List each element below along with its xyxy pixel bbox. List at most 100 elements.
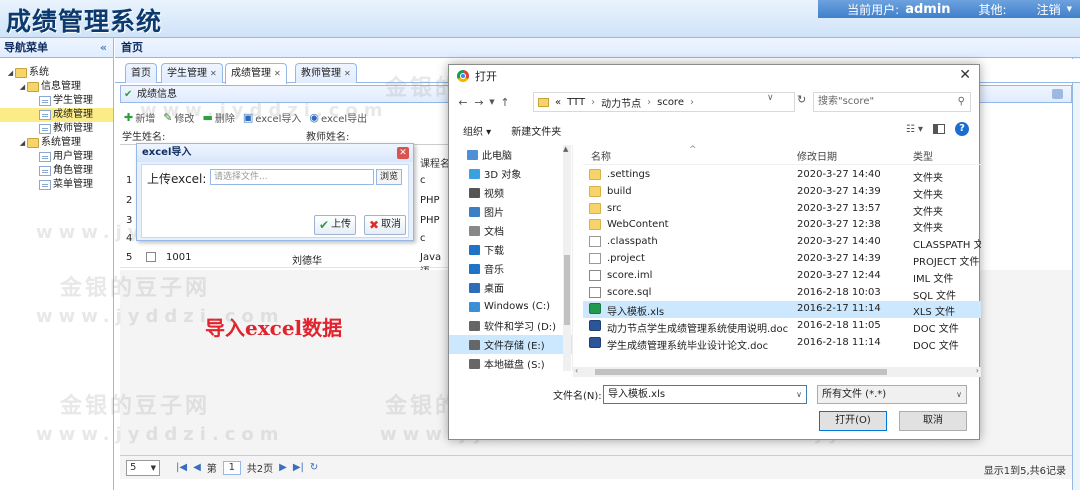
file-row[interactable]: 学生成绩管理系统毕业设计论文.doc 2016-2-18 11:14 DOC 文件 <box>583 335 981 352</box>
close-icon[interactable]: ✕ <box>210 69 217 78</box>
scroll-up-icon[interactable]: ▲ <box>563 145 568 153</box>
sidebar-item[interactable]: 学生管理 <box>0 94 113 108</box>
help-icon[interactable]: ? <box>955 122 969 136</box>
column-date[interactable]: 修改日期 <box>797 148 837 163</box>
tab-teacher[interactable]: 教师管理 ✕ <box>295 63 357 83</box>
scroll-thumb[interactable] <box>564 255 570 325</box>
chevron-down-icon[interactable]: ∨ <box>796 386 802 403</box>
sidebar-item[interactable]: 教师管理 <box>0 122 113 136</box>
prev-page-icon[interactable]: ◀ <box>193 462 201 473</box>
first-page-icon[interactable]: |◀ <box>176 462 187 473</box>
refresh-icon[interactable]: ↻ <box>797 93 806 106</box>
preview-pane-icon[interactable] <box>933 124 945 134</box>
nav-item[interactable]: 视频 <box>449 183 572 202</box>
upload-button[interactable]: ✔ 上传 <box>314 215 357 235</box>
view-options-icon[interactable]: ☷ ▾ <box>906 124 923 135</box>
sidebar-item[interactable]: 成绩管理 <box>0 108 113 122</box>
cancel-button[interactable]: 取消 <box>899 411 967 431</box>
last-page-icon[interactable]: ▶| <box>293 462 304 473</box>
file-row[interactable]: .project 2020-3-27 14:39 PROJECT 文件 <box>583 251 981 268</box>
excel-import-button[interactable]: ▣ excel导入 <box>243 110 302 125</box>
nav-item[interactable]: Windows (C:) <box>449 297 572 316</box>
add-button[interactable]: ✚ 新增 <box>124 110 155 125</box>
column-type[interactable]: 类型 <box>913 148 933 163</box>
filename-label: 文件名(N): <box>553 391 602 402</box>
refresh-icon[interactable]: ↻ <box>310 462 318 473</box>
path-segment[interactable]: 动力节点 <box>601 95 641 110</box>
sidebar-item[interactable]: 角色管理 <box>0 164 113 178</box>
organize-button[interactable]: 组织 ▾ <box>463 123 491 138</box>
file-row[interactable]: src 2020-3-27 13:57 文件夹 <box>583 201 981 218</box>
file-row[interactable]: score.iml 2020-3-27 12:44 IML 文件 <box>583 268 981 285</box>
expand-toggle-icon[interactable]: ◢ <box>18 136 27 150</box>
excel-export-button[interactable]: ◉ excel导出 <box>309 110 367 125</box>
scroll-right-icon[interactable]: › <box>976 366 979 375</box>
sidebar-item[interactable]: ◢ 系统管理 <box>0 136 113 150</box>
delete-button[interactable]: ▬ 删除 <box>202 110 234 125</box>
right-collapsed-panel[interactable]: « <box>1072 38 1080 490</box>
sidebar-item[interactable]: 菜单管理 <box>0 178 113 192</box>
file-row[interactable]: 导入模板.xls 2016-2-17 11:14 XLS 文件 <box>583 301 981 319</box>
expand-toggle-icon[interactable]: ◢ <box>6 66 15 80</box>
page-size-select[interactable]: 5 ▼ <box>126 459 160 476</box>
open-button[interactable]: 打开(O) <box>819 411 887 431</box>
close-icon[interactable]: ✕ <box>274 69 281 78</box>
file-row[interactable]: score.sql 2016-2-18 10:03 SQL 文件 <box>583 285 981 302</box>
file-row[interactable]: .classpath 2020-3-27 14:40 CLASSPATH 文 <box>583 234 981 251</box>
collapse-panel-icon[interactable] <box>1052 89 1063 99</box>
nav-item[interactable]: 此电脑 <box>449 145 572 164</box>
file-input[interactable]: 请选择文件... <box>210 169 374 185</box>
logout-link[interactable]: 注销 <box>1037 1 1061 18</box>
cancel-button[interactable]: ✖ 取消 <box>364 215 407 235</box>
nav-item[interactable]: 本地磁盘 (S:) <box>449 354 572 373</box>
nav-item[interactable]: 3D 对象 <box>449 164 572 183</box>
tab-student[interactable]: 学生管理 ✕ <box>161 63 223 83</box>
forward-icon[interactable]: → <box>471 96 487 109</box>
path-separator-icon: › <box>591 96 596 108</box>
file-row[interactable]: 动力节点学生成绩管理系统使用说明.doc 2016-2-18 11:05 DOC 文… <box>583 318 981 335</box>
file-icon <box>39 124 51 134</box>
sidebar-item[interactable]: ◢ 信息管理 <box>0 80 113 94</box>
next-page-icon[interactable]: ▶ <box>279 462 287 473</box>
file-row[interactable]: WebContent 2020-3-27 12:38 文件夹 <box>583 217 981 234</box>
filename-input[interactable]: 导入模板.xls ∨ <box>603 385 807 404</box>
nav-item[interactable]: 音乐 <box>449 259 572 278</box>
scroll-thumb[interactable] <box>595 369 887 375</box>
chevron-down-icon[interactable]: ∨ <box>767 93 774 103</box>
nav-item[interactable]: 文档 <box>449 221 572 240</box>
column-name[interactable]: 名称 <box>591 148 611 163</box>
file-row[interactable]: build 2020-3-27 14:39 文件夹 <box>583 184 981 201</box>
nav-item[interactable]: 下载 <box>449 240 572 259</box>
tab-home[interactable]: 首页 <box>125 63 157 83</box>
collapse-icon[interactable]: « <box>100 38 107 58</box>
nav-item[interactable]: 软件和学习 (D:) <box>449 316 572 335</box>
page-number-input[interactable]: 1 <box>222 460 241 475</box>
file-row[interactable]: .settings 2020-3-27 14:40 文件夹 <box>583 167 981 184</box>
back-icon[interactable]: ← <box>455 96 471 109</box>
path-segment[interactable]: TTT <box>567 97 585 108</box>
scroll-left-icon[interactable]: ‹ <box>575 366 578 375</box>
nav-item[interactable]: 图片 <box>449 202 572 221</box>
browse-button[interactable]: 浏览 <box>376 169 402 185</box>
edit-button[interactable]: ✎ 修改 <box>163 110 194 125</box>
row-checkbox[interactable] <box>146 252 156 262</box>
close-icon[interactable]: ✕ <box>344 69 351 78</box>
filetype-select[interactable]: 所有文件 (*.*) ∨ <box>817 385 967 404</box>
nav-scrollbar[interactable]: ▲ <box>563 145 571 371</box>
expand-toggle-icon[interactable]: ◢ <box>18 80 27 94</box>
close-icon[interactable]: ✕ <box>959 67 971 83</box>
close-icon[interactable]: ✕ <box>397 147 409 159</box>
nav-item[interactable]: 文件存储 (E:) <box>449 335 572 354</box>
new-folder-button[interactable]: 新建文件夹 <box>511 123 561 138</box>
sidebar-item[interactable]: 用户管理 <box>0 150 113 164</box>
sidebar-item[interactable]: ◢ 系统 <box>0 66 113 80</box>
table-row[interactable]: 5 1001 刘德华 Java语 <box>120 248 450 278</box>
file-hscrollbar[interactable]: ‹ › <box>573 366 981 377</box>
nav-item[interactable]: 桌面 <box>449 278 572 297</box>
address-bar[interactable]: « TTT › 动力节点 › score › <box>533 92 795 112</box>
path-segment[interactable]: score <box>657 97 684 108</box>
chevron-down-icon[interactable]: ▼ <box>487 98 497 106</box>
tab-score[interactable]: 成绩管理 ✕ <box>225 63 287 84</box>
search-input[interactable]: 搜索"score" ⚲ <box>813 92 971 112</box>
up-icon[interactable]: ↑ <box>497 96 513 109</box>
